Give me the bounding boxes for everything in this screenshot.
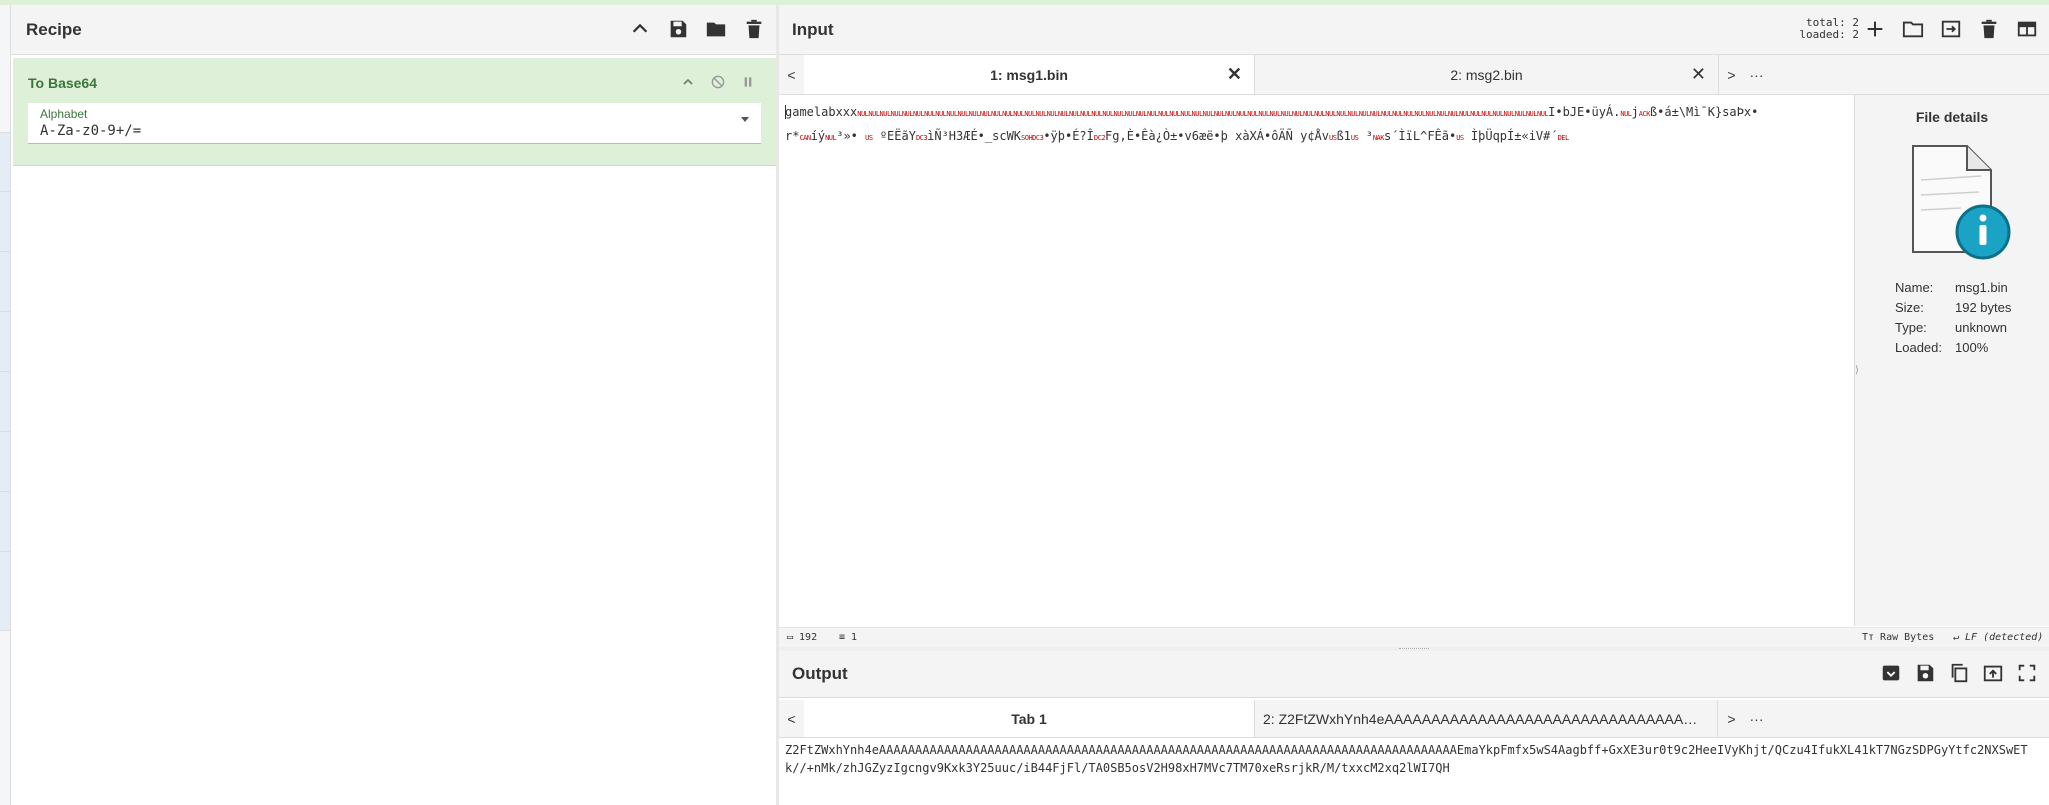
gutter-divider (0, 251, 10, 252)
output-title: Output (792, 664, 848, 683)
gutter-divider (0, 191, 10, 192)
tab-label: Tab 1 (1011, 710, 1047, 727)
gutter-divider (0, 431, 10, 432)
left-gutter (0, 5, 11, 805)
caret-down-icon (741, 117, 749, 122)
tab-msg1[interactable]: 1: msg1.bin ✕ (804, 55, 1255, 94)
text-format-icon: Tт (1862, 632, 1875, 643)
save-icon[interactable] (666, 17, 690, 41)
archive-icon[interactable] (1879, 661, 1903, 685)
detail-loaded-row: Loaded: 100% (1895, 338, 2011, 358)
input-panel: Input total: 2 loaded: 2 < 1: msg1.bin ✕… (779, 5, 2049, 648)
recipe-toolbar (628, 17, 766, 41)
file-details-panel: File details Name: msg1.bin Size: 192 byte… (1855, 95, 2049, 626)
operation-title: To Base64 (28, 75, 97, 91)
pause-icon[interactable] (738, 72, 758, 92)
input-statusbar: ▭ 192 ≡ 1 Tт Raw Bytes ↵ LF (detected) (779, 627, 2049, 648)
file-info-icon (1891, 140, 2015, 264)
lines-icon: ≡ (839, 632, 846, 643)
alphabet-label: Alphabet (40, 107, 88, 121)
gutter-divider (0, 132, 10, 133)
gutter-divider (0, 551, 10, 552)
output-header: Output (779, 651, 2049, 698)
input-title: Input (792, 20, 834, 39)
file-type: unknown (1955, 320, 2008, 335)
return-icon: ↵ (1953, 632, 1960, 643)
detail-name-row: Name: msg1.bin (1895, 278, 2011, 298)
copy-icon[interactable] (1947, 661, 1971, 685)
recipe-panel: Recipe To Base64 Alphabet A-Za-z0-9+/= (11, 5, 779, 805)
tab-more-button[interactable]: ··· (1744, 55, 1769, 94)
input-counts: total: 2 loaded: 2 (1799, 17, 1859, 41)
file-size: 192 bytes (1955, 300, 2012, 315)
loaded-count: loaded: 2 (1799, 28, 1859, 41)
tab-next-button[interactable]: > (1719, 55, 1744, 94)
add-tab-icon[interactable] (1863, 17, 1887, 41)
tab-prev-button[interactable]: < (779, 700, 804, 737)
encoding-selector[interactable]: Tт Raw Bytes (1862, 632, 1934, 643)
alphabet-select[interactable]: Alphabet A-Za-z0-9+/= (28, 103, 761, 144)
gutter-divider (0, 630, 10, 631)
output-text[interactable]: Z2FtZWxhYnh4eAAAAAAAAAAAAAAAAAAAAAAAAAAA… (785, 741, 2047, 781)
input-editor[interactable]: gamelabxxxNULNULNULNULNULNULNULNULNULNUL… (779, 95, 1855, 626)
open-file-icon[interactable] (1939, 17, 1963, 41)
tab-next-button[interactable]: > (1719, 700, 1744, 737)
open-folder-icon[interactable] (1901, 17, 1925, 41)
folder-icon[interactable] (704, 17, 728, 41)
input-tabs: < 1: msg1.bin ✕ 2: msg2.bin ✕ > ··· (779, 55, 2049, 95)
trash-icon[interactable] (742, 17, 766, 41)
input-header: Input total: 2 loaded: 2 (779, 5, 2049, 55)
input-toolbar (1863, 17, 2039, 41)
save-icon[interactable] (1913, 661, 1937, 685)
detail-size-row: Size: 192 bytes (1895, 298, 2011, 318)
file-loaded: 100% (1955, 340, 1989, 355)
tab-more-button[interactable]: ··· (1744, 700, 1769, 737)
output-toolbar (1879, 661, 2039, 685)
replace-input-icon[interactable] (1981, 661, 2005, 685)
trash-icon[interactable] (1977, 17, 2001, 41)
eol-selector[interactable]: ↵ LF (detected) (1953, 632, 2043, 643)
length-icon: ▭ (787, 632, 794, 643)
gutter-divider (0, 491, 10, 492)
alphabet-value: A-Za-z0-9+/= (40, 123, 142, 139)
tab-label: 1: msg1.bin (990, 66, 1068, 83)
output-tabs: < Tab 1 2: Z2FtZWxhYnh4eAAAAAAAAAAAAAAAA… (779, 700, 2049, 738)
char-count: ▭ 192 (787, 632, 818, 643)
maximize-icon[interactable] (2015, 661, 2039, 685)
details-collapse-handle[interactable]: ⟩ (1855, 365, 1863, 385)
recipe-title: Recipe (26, 20, 82, 39)
tab-prev-button[interactable]: < (779, 55, 804, 94)
input-text: gamelabxxxNULNULNULNULNULNULNULNULNULNUL… (785, 105, 1759, 143)
detail-type-row: Type: unknown (1895, 318, 2011, 338)
close-icon[interactable]: ✕ (1691, 64, 1706, 85)
gutter-divider (0, 371, 10, 372)
file-details-title: File details (1915, 109, 1989, 125)
tab-output-1[interactable]: Tab 1 (804, 700, 1255, 737)
disable-icon[interactable] (708, 72, 728, 92)
tab-output-2[interactable]: 2: Z2FtZWxhYnh4eAAAAAAAAAAAAAAAAAAAAAAAA… (1255, 700, 1718, 737)
line-count: ≡ 1 (839, 632, 858, 643)
tab-label: 2: Z2FtZWxhYnh4eAAAAAAAAAAAAAAAAAAAAAAAA… (1263, 710, 1703, 727)
file-details-list: Name: msg1.bin Size: 192 bytes Type: unknow… (1895, 278, 2011, 358)
chevron-up-icon[interactable] (678, 72, 698, 92)
recipe-header: Recipe (11, 5, 776, 55)
layout-icon[interactable] (2015, 17, 2039, 41)
file-name: msg1.bin (1955, 280, 2008, 295)
operation-to-base64[interactable]: To Base64 Alphabet A-Za-z0-9+/= (13, 58, 776, 166)
gutter-divider (0, 311, 10, 312)
tab-msg2[interactable]: 2: msg2.bin ✕ (1255, 55, 1719, 94)
output-panel: Output < Tab 1 2: Z2FtZWxhYnh4eAAAAAAAAA… (779, 651, 2049, 805)
close-icon[interactable]: ✕ (1227, 64, 1242, 85)
tab-label: 2: msg2.bin (1450, 66, 1523, 83)
chevron-up-icon[interactable] (628, 17, 652, 41)
gutter-highlight (0, 132, 10, 630)
operation-controls (678, 72, 758, 92)
